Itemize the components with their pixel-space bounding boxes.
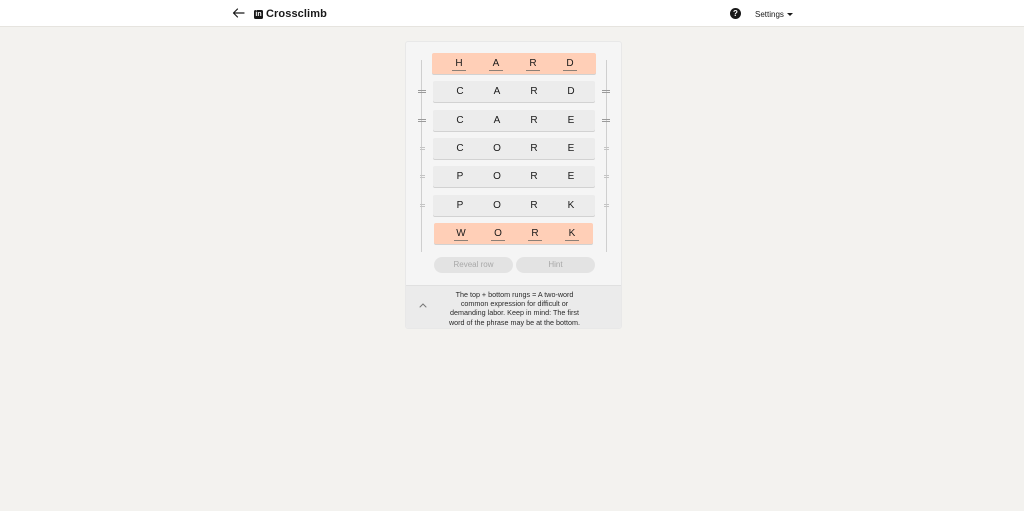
rung-draggable[interactable]: CARD <box>433 81 595 102</box>
clue-line: word of the phrase may be at the bottom. <box>448 317 581 327</box>
drag-handle-icon[interactable] <box>418 119 426 122</box>
ladder-rail-right <box>606 60 607 252</box>
rung-draggable[interactable]: PORK <box>433 195 595 216</box>
back-button[interactable] <box>230 5 246 21</box>
rung-locked[interactable]: HARD <box>432 53 596 74</box>
rung-letter: W <box>454 223 468 244</box>
rung-letter: E <box>567 143 575 154</box>
drag-handle-icon[interactable] <box>602 119 610 122</box>
rung-draggable[interactable]: CARE <box>433 110 595 131</box>
clue-text: The top + bottom rungs = A two-word comm… <box>442 290 587 327</box>
brand: in Crossclimb <box>254 6 327 22</box>
rung-letter: P <box>456 171 464 182</box>
rung-letter: A <box>493 86 501 97</box>
rung-letter: O <box>493 171 501 182</box>
rung-letter: R <box>530 200 538 211</box>
arrow-left-icon <box>232 8 245 18</box>
rung-letter: R <box>530 171 538 182</box>
rung-letter: R <box>530 143 538 154</box>
game-board: HARDCARDCARECOREPOREPORKWORK Reveal row … <box>405 41 622 329</box>
drag-handle-icon[interactable] <box>604 175 609 178</box>
rung-locked[interactable]: WORK <box>434 223 593 244</box>
clue-toggle-button[interactable] <box>418 300 428 310</box>
drag-handle-icon[interactable] <box>420 204 425 207</box>
hint-button[interactable]: Hint <box>516 257 595 273</box>
caret-down-icon <box>786 13 793 16</box>
clue-line: demanding labor. Keep in mind: The first <box>450 308 579 318</box>
rung-letter: H <box>452 53 466 74</box>
rung-letter: K <box>565 223 579 244</box>
drag-handle-icon[interactable] <box>604 147 609 150</box>
rung-letter: C <box>456 86 464 97</box>
settings-button[interactable]: Settings <box>755 9 793 20</box>
rung-letter: C <box>456 143 464 154</box>
question-circle-icon: ? <box>733 9 738 18</box>
linkedin-logo: in <box>254 9 263 19</box>
ladder-rail-left <box>421 60 422 252</box>
rung-letter: A <box>489 53 503 74</box>
drag-handle-icon[interactable] <box>420 147 425 150</box>
rung-letter: A <box>493 115 501 126</box>
rung-letter: K <box>567 200 575 211</box>
rung-letter: D <box>567 86 575 97</box>
rung-letter: D <box>563 53 577 74</box>
drag-handle-icon[interactable] <box>604 204 609 207</box>
rung-letter: O <box>493 200 501 211</box>
drag-handle-icon[interactable] <box>602 90 610 93</box>
rung-draggable[interactable]: CORE <box>433 138 595 159</box>
rung-letter: R <box>530 86 538 97</box>
clue-line: common expression for difficult or <box>460 299 569 309</box>
drag-handle-icon[interactable] <box>420 175 425 178</box>
clue-panel: The top + bottom rungs = A two-word comm… <box>406 285 621 328</box>
top-bar: in Crossclimb ? Settings <box>0 0 1024 27</box>
rung-letter: P <box>456 200 464 211</box>
rung-letter: E <box>567 171 575 182</box>
rung-letter: R <box>528 223 542 244</box>
reveal-row-button[interactable]: Reveal row <box>434 257 513 273</box>
rung-letter: E <box>567 115 575 126</box>
drag-handle-icon[interactable] <box>418 90 426 93</box>
rung-letter: O <box>491 223 505 244</box>
rung-letter: O <box>493 143 501 154</box>
help-button[interactable]: ? <box>730 8 741 19</box>
settings-label: Settings <box>755 10 784 19</box>
page-title: Crossclimb <box>266 8 327 20</box>
rung-draggable[interactable]: PORE <box>433 166 595 187</box>
rung-letter: R <box>526 53 540 74</box>
rung-letter: R <box>530 115 538 126</box>
clue-line: The top + bottom rungs = A two-word <box>455 290 574 299</box>
rung-letter: C <box>456 115 464 126</box>
chevron-up-icon <box>419 302 427 307</box>
